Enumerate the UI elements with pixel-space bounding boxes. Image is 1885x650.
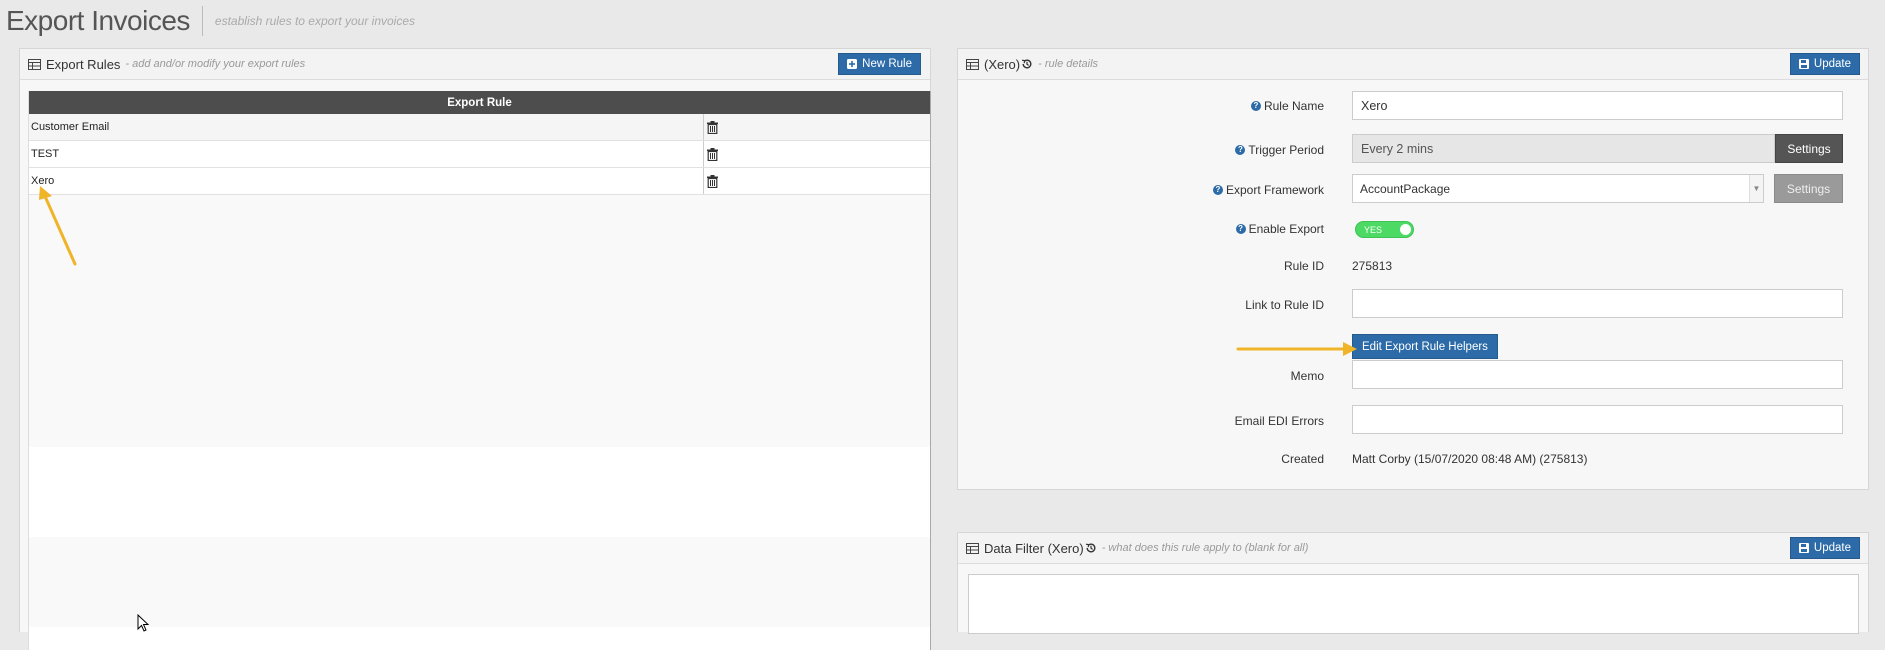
edit-export-rule-helpers-button[interactable]: Edit Export Rule Helpers — [1352, 334, 1498, 359]
data-filter-panel: Data Filter (Xero) - what does this rule… — [957, 532, 1869, 634]
mouse-cursor-icon — [137, 614, 150, 632]
new-rule-button[interactable]: New Rule — [838, 53, 921, 75]
table-row[interactable]: Customer Email — [29, 114, 930, 141]
rule-name-cell[interactable]: TEST — [29, 141, 704, 167]
export-framework-control: AccountPackage ▼ Settings — [1352, 174, 1843, 203]
new-rule-label: New Rule — [862, 58, 912, 70]
rule-details-form: ? Rule Name Xero ? Trigger Period Every 2 … — [958, 49, 1868, 489]
export-framework-row: ? Export Framework AccountPackage ▼ Setti… — [958, 174, 1868, 204]
rule-name-cell[interactable]: Customer Email — [29, 114, 704, 140]
rules-table: Export Rule Customer Email TEST Xero — [28, 91, 931, 650]
filter-update-label: Update — [1813, 542, 1851, 554]
link-rule-row: Link to Rule ID — [958, 289, 1868, 319]
trash-icon[interactable] — [704, 147, 718, 161]
memo-label: Memo — [1290, 369, 1324, 383]
trigger-period-control: Every 2 mins Settings — [1352, 134, 1843, 163]
page-title: Export Invoices — [6, 5, 190, 36]
export-framework-label: ? Export Framework — [1212, 183, 1324, 197]
plus-square-icon — [847, 59, 858, 69]
link-rule-input[interactable] — [1352, 289, 1843, 318]
enable-export-control: YES — [1355, 221, 1846, 238]
export-rules-subtitle: - add and/or modify your export rules — [125, 58, 306, 70]
created-value: Matt Corby (15/07/2020 08:48 AM) (275813… — [1352, 452, 1588, 466]
export-framework-select[interactable]: AccountPackage ▼ — [1352, 174, 1764, 203]
toggle-label: YES — [1364, 224, 1383, 235]
rule-id-label: Rule ID — [1283, 259, 1324, 273]
framework-settings-button[interactable]: Settings — [1774, 174, 1843, 203]
trash-icon[interactable] — [704, 174, 718, 188]
data-filter-editor[interactable] — [968, 574, 1859, 634]
table-row[interactable]: TEST — [29, 141, 930, 168]
rule-id-row: Rule ID 275813 — [958, 257, 1868, 277]
toggle-knob — [1400, 224, 1411, 235]
table-icon — [28, 58, 41, 70]
created-row: Created Matt Corby (15/07/2020 08:48 AM)… — [958, 450, 1868, 470]
rule-name-label: ? Rule Name — [1250, 99, 1324, 113]
rules-list: Customer Email TEST Xero — [29, 114, 930, 195]
data-filter-title: Data Filter (Xero) — [984, 540, 1084, 556]
table-icon — [966, 542, 979, 554]
table-row[interactable]: Xero — [29, 168, 930, 195]
export-framework-value: AccountPackage — [1360, 181, 1451, 196]
export-rules-header: Export Rules - add and/or modify your ex… — [20, 49, 930, 80]
rule-name-cell[interactable]: Xero — [29, 168, 704, 194]
trigger-period-row: ? Trigger Period Every 2 mins Settings — [958, 134, 1868, 164]
memo-row: Memo — [958, 360, 1868, 390]
rules-empty-area — [29, 447, 930, 537]
rule-name-input[interactable]: Xero — [1352, 91, 1843, 120]
help-icon[interactable]: ? — [1250, 101, 1261, 111]
created-label: Created — [1281, 452, 1324, 466]
email-errors-input[interactable] — [1352, 405, 1843, 434]
data-filter-header: Data Filter (Xero) - what does this rule… — [958, 533, 1868, 564]
page-subtitle: establish rules to export your invoices — [214, 14, 416, 28]
email-errors-row: Email EDI Errors — [958, 405, 1868, 435]
export-rules-panel: Export Rules - add and/or modify your ex… — [19, 48, 931, 650]
help-icon[interactable]: ? — [1235, 145, 1246, 155]
link-rule-label: Link to Rule ID — [1245, 298, 1324, 312]
enable-export-toggle[interactable]: YES — [1355, 221, 1414, 238]
rules-empty-area — [29, 537, 930, 627]
title-divider — [201, 6, 203, 36]
rules-column-header: Export Rule — [29, 91, 930, 114]
rule-name-row: ? Rule Name Xero — [958, 91, 1868, 121]
trigger-period-input: Every 2 mins — [1352, 134, 1775, 163]
history-icon[interactable] — [1085, 542, 1097, 554]
rule-details-panel: (Xero) - rule details Update ? Rule Name … — [957, 48, 1869, 490]
rules-empty-area — [29, 195, 930, 447]
email-errors-label: Email EDI Errors — [1234, 414, 1324, 428]
rule-id-value: 275813 — [1352, 259, 1393, 273]
save-icon — [1798, 543, 1809, 553]
help-icon[interactable]: ? — [1235, 224, 1246, 234]
trigger-settings-button[interactable]: Settings — [1775, 134, 1843, 163]
help-icon[interactable]: ? — [1212, 185, 1223, 195]
enable-export-label: ? Enable Export — [1235, 222, 1324, 236]
chevron-down-icon[interactable]: ▼ — [1749, 175, 1763, 202]
memo-input[interactable] — [1352, 360, 1843, 389]
page-header: Export Invoices establish rules to expor… — [6, 4, 415, 38]
data-filter-subtitle: - what does this rule apply to (blank fo… — [1101, 542, 1309, 554]
trigger-period-label: ? Trigger Period — [1235, 143, 1324, 157]
enable-export-row: ? Enable Export YES — [958, 221, 1868, 241]
filter-update-button[interactable]: Update — [1789, 537, 1860, 559]
trash-icon[interactable] — [704, 120, 718, 134]
export-rules-title: Export Rules — [46, 56, 121, 72]
